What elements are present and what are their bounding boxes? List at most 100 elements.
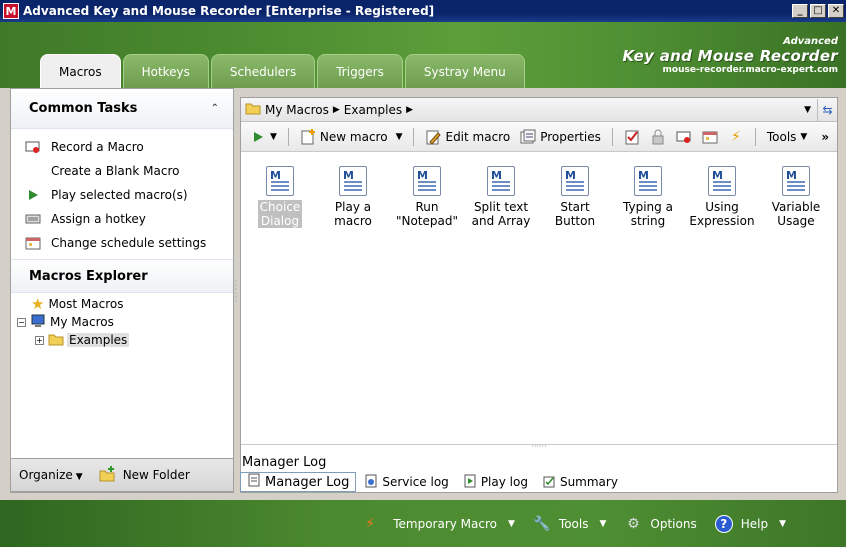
breadcrumb-arrow-icon[interactable]: ▶ bbox=[406, 105, 413, 115]
log-tabs: Manager Log Service log Play log Summary bbox=[240, 471, 624, 493]
macro-file-icon: M bbox=[266, 166, 294, 196]
right-panel: My Macros ▶ Examples ▶ ▼ ⇆ ▼ New macro ▼… bbox=[240, 97, 838, 493]
macro-item[interactable]: M Start Button bbox=[540, 166, 610, 228]
star-icon: ★ bbox=[31, 295, 45, 313]
address-dropdown-icon[interactable]: ▼ bbox=[804, 105, 811, 115]
checklist-icon bbox=[624, 129, 640, 145]
lock-button[interactable] bbox=[647, 127, 669, 147]
trigger-button[interactable]: ⚡ bbox=[725, 127, 747, 147]
tab-schedulers[interactable]: Schedulers bbox=[210, 54, 316, 88]
checklist-button[interactable] bbox=[621, 127, 643, 147]
macro-file-icon: M bbox=[782, 166, 810, 196]
task-change-schedule[interactable]: Change schedule settings bbox=[11, 231, 233, 255]
macros-explorer-header: Macros Explorer bbox=[11, 259, 233, 293]
computer-icon bbox=[30, 314, 46, 331]
tools-menu[interactable]: Tools ▼ bbox=[764, 128, 810, 146]
macro-item[interactable]: M Typing a string bbox=[613, 166, 683, 228]
tab-systray-menu[interactable]: Systray Menu bbox=[404, 54, 525, 88]
more-button[interactable]: » bbox=[818, 128, 832, 146]
lightning-icon: ⚡ bbox=[365, 515, 376, 532]
macro-label: Typing a string bbox=[623, 200, 673, 228]
tree-item-examples[interactable]: + Examples bbox=[11, 331, 233, 349]
close-button[interactable]: ✕ bbox=[828, 4, 844, 18]
folder-icon bbox=[245, 101, 261, 118]
tree-label: Examples bbox=[67, 333, 130, 347]
tab-manager-log[interactable]: Manager Log bbox=[240, 472, 357, 492]
collapse-chevron-icon[interactable]: ⌃ bbox=[211, 103, 219, 114]
tab-triggers[interactable]: Triggers bbox=[317, 54, 403, 88]
new-macro-icon bbox=[300, 128, 316, 145]
record-button[interactable] bbox=[673, 127, 695, 147]
breadcrumb-examples[interactable]: Examples bbox=[344, 103, 402, 117]
header-banner: Advanced Key and Mouse Recorder mouse-re… bbox=[0, 22, 846, 88]
macro-item[interactable]: M Using Expression bbox=[687, 166, 757, 228]
macro-label: Choice Dialog bbox=[257, 200, 303, 228]
schedule-icon bbox=[702, 129, 718, 145]
tab-summary[interactable]: Summary bbox=[536, 472, 624, 492]
task-assign-hotkey[interactable]: Assign a hotkey bbox=[11, 207, 233, 231]
maximize-button[interactable]: □ bbox=[810, 4, 826, 18]
dropdown-arrow-icon: ▼ bbox=[75, 472, 83, 482]
tab-service-log[interactable]: Service log bbox=[358, 472, 454, 492]
macro-file-icon: M bbox=[413, 166, 441, 196]
new-folder-button[interactable]: New Folder bbox=[99, 465, 190, 485]
properties-button[interactable]: Properties bbox=[517, 127, 604, 147]
task-label: Create a Blank Macro bbox=[51, 164, 180, 178]
macro-item[interactable]: M Choice Dialog bbox=[245, 166, 315, 228]
macro-item[interactable]: M Run "Notepad" bbox=[392, 166, 462, 228]
dropdown-arrow-icon: ▼ bbox=[800, 131, 808, 142]
tab-macros[interactable]: Macros bbox=[40, 54, 121, 88]
tab-hotkeys[interactable]: Hotkeys bbox=[122, 54, 209, 88]
service-log-icon bbox=[364, 474, 378, 491]
task-create-blank-macro[interactable]: Create a Blank Macro bbox=[11, 159, 233, 183]
common-tasks-header[interactable]: Common Tasks ⌃ bbox=[11, 89, 233, 129]
brand-name: Key and Mouse Recorder bbox=[622, 47, 838, 65]
organize-menu[interactable]: Organize ▼ bbox=[19, 468, 83, 482]
macro-item[interactable]: M Split text and Array bbox=[466, 166, 536, 228]
lock-icon bbox=[650, 129, 666, 145]
left-panel: Common Tasks ⌃ Record a Macro Create a B… bbox=[10, 88, 234, 493]
play-dropdown-icon: ▼ bbox=[270, 131, 277, 142]
task-label: Play selected macro(s) bbox=[51, 188, 188, 202]
breadcrumb-my-macros[interactable]: My Macros bbox=[265, 103, 329, 117]
refresh-icon[interactable]: ⇆ bbox=[817, 98, 837, 121]
tab-play-log[interactable]: Play log bbox=[457, 472, 534, 492]
horizontal-splitter[interactable]: ······ bbox=[241, 443, 837, 451]
dropdown-arrow-icon: ▼ bbox=[779, 518, 786, 529]
breadcrumb-arrow-icon[interactable]: ▶ bbox=[333, 105, 340, 115]
help-menu[interactable]: ? Help ▼ bbox=[714, 514, 786, 533]
macro-item[interactable]: M Play a macro bbox=[318, 166, 388, 228]
edit-macro-button[interactable]: Edit macro bbox=[422, 127, 513, 147]
summary-icon bbox=[542, 474, 556, 491]
macro-label: Play a macro bbox=[334, 200, 372, 228]
new-macro-button[interactable]: New macro ▼ bbox=[297, 127, 406, 147]
minimize-button[interactable]: _ bbox=[792, 4, 808, 18]
macro-label: Using Expression bbox=[689, 200, 755, 228]
task-play-selected[interactable]: Play selected macro(s) bbox=[11, 183, 233, 207]
macro-item[interactable]: M Variable Usage bbox=[761, 166, 831, 228]
macro-file-icon: M bbox=[339, 166, 367, 196]
collapse-toggle-icon[interactable]: − bbox=[17, 317, 26, 327]
expand-toggle-icon[interactable]: + bbox=[35, 335, 44, 345]
tree-label: Most Macros bbox=[48, 297, 124, 311]
macro-file-icon: M bbox=[708, 166, 736, 196]
record-icon bbox=[25, 140, 41, 154]
play-log-icon bbox=[463, 474, 477, 491]
temporary-macro-menu[interactable]: ⚡ Temporary Macro ▼ bbox=[361, 515, 515, 533]
options-button[interactable]: ⚙ Options bbox=[624, 515, 697, 533]
play-button[interactable]: ▼ bbox=[247, 127, 280, 147]
schedule-button[interactable] bbox=[699, 127, 721, 147]
macro-label: Variable Usage bbox=[771, 200, 821, 228]
brand-small: Advanced bbox=[783, 36, 838, 47]
vertical-splitter[interactable]: · · · · · · bbox=[234, 278, 238, 310]
tools-bottom-menu[interactable]: 🔧 Tools ▼ bbox=[533, 515, 606, 533]
task-record-macro[interactable]: Record a Macro bbox=[11, 135, 233, 159]
tree-item-most-macros[interactable]: ★ Most Macros bbox=[11, 295, 233, 313]
brand-logo: Advanced Key and Mouse Recorder mouse-re… bbox=[623, 36, 838, 75]
tree-item-my-macros[interactable]: − My Macros bbox=[11, 313, 233, 331]
schedule-icon bbox=[25, 236, 41, 250]
lightning-icon: ⚡ bbox=[730, 128, 741, 145]
edit-icon bbox=[425, 129, 442, 145]
common-tasks-title: Common Tasks bbox=[29, 101, 138, 116]
brand-url: mouse-recorder.macro-expert.com bbox=[662, 65, 838, 75]
